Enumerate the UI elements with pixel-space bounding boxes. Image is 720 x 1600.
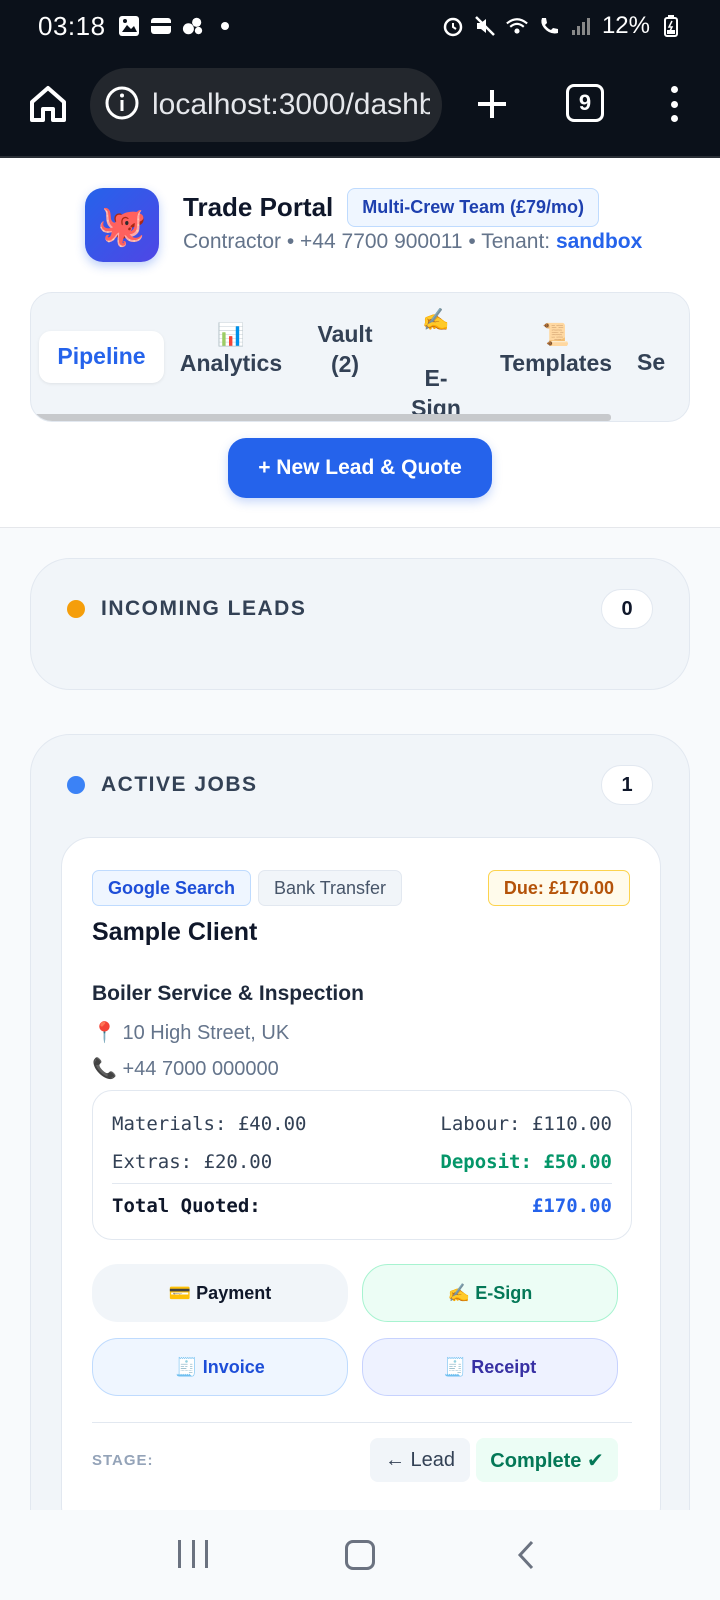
- total-amount: £170.00: [531, 1195, 612, 1217]
- bar-chart-icon: 📊: [217, 321, 245, 347]
- tab-settings[interactable]: Se: [637, 293, 687, 407]
- job-card[interactable]: Google Search Bank Transfer Due: £170.00…: [61, 837, 661, 1537]
- status-dot-icon: [67, 776, 85, 794]
- extras-cost: Extras: £20.00: [112, 1151, 273, 1173]
- home-nav-icon[interactable]: [344, 1540, 375, 1570]
- app-header: 🐙 Trade Portal Multi-Crew Team (£79/mo) …: [0, 158, 720, 528]
- receipt-button[interactable]: 🧾 Receipt: [362, 1338, 618, 1396]
- status-dot-icon: [67, 600, 85, 618]
- browser-toolbar: localhost:3000/dashboard 9: [0, 52, 720, 158]
- count-badge: 0: [601, 589, 653, 629]
- new-lead-quote-button[interactable]: + New Lead & Quote: [228, 438, 492, 498]
- gallery-notification-icon: [118, 15, 140, 37]
- move-to-lead-button[interactable]: ← Lead: [370, 1438, 470, 1482]
- battery-percent: 12%: [601, 12, 650, 39]
- url-text[interactable]: localhost:3000/dashboard: [152, 88, 430, 122]
- account-subline: Contractor • +44 7700 900011 • Tenant: s…: [183, 230, 643, 253]
- nav-tabs: Pipeline 📊 Analytics Vault (2) ✍️ E- Sig…: [30, 292, 690, 422]
- wallet-notification-icon: [150, 15, 172, 37]
- wifi-calling-icon: [538, 15, 560, 37]
- alarm-icon: [442, 15, 464, 37]
- amount-due-badge: Due: £170.00: [487, 870, 630, 906]
- divider: [92, 1422, 632, 1423]
- app-title: Trade Portal: [183, 192, 334, 222]
- client-phone: 📞 +44 7000 000000: [92, 1058, 279, 1080]
- job-address: 📍 10 High Street, UK: [92, 1022, 290, 1044]
- job-title: Boiler Service & Inspection: [92, 982, 364, 1005]
- count-badge: 1: [601, 765, 653, 805]
- octopus-logo-icon: 🐙: [85, 188, 159, 262]
- total-label: Total Quoted:: [112, 1195, 261, 1217]
- home-icon[interactable]: [26, 82, 70, 126]
- active-jobs-column: ACTIVE JOBS 1 Google Search Bank Transfe…: [30, 734, 690, 1600]
- back-icon[interactable]: [512, 1540, 542, 1570]
- site-info-icon[interactable]: [104, 85, 140, 126]
- tab-pipeline[interactable]: Pipeline: [39, 331, 164, 383]
- recent-apps-icon[interactable]: [178, 1540, 209, 1570]
- esign-button[interactable]: ✍️ E-Sign: [362, 1264, 618, 1322]
- tenant-link[interactable]: sandbox: [556, 230, 642, 253]
- deposit-amount: Deposit: £50.00: [440, 1151, 612, 1173]
- writing-hand-icon: ✍️: [422, 306, 450, 332]
- new-tab-icon[interactable]: [470, 82, 514, 126]
- address-bar[interactable]: localhost:3000/dashboard: [90, 68, 442, 142]
- materials-cost: Materials: £40.00: [112, 1113, 307, 1135]
- column-title: INCOMING LEADS: [101, 597, 307, 620]
- divider: [112, 1183, 612, 1184]
- status-time: 03:18: [38, 10, 106, 41]
- system-nav-bar: [0, 1510, 720, 1600]
- wifi-icon: [506, 15, 528, 37]
- mute-icon: [474, 15, 496, 37]
- stage-label: STAGE:: [92, 1452, 154, 1469]
- tab-esign[interactable]: ✍️ E- Sign: [403, 293, 469, 421]
- more-notifications-dot-icon: [214, 15, 236, 37]
- tab-vault[interactable]: Vault (2): [301, 293, 389, 407]
- labour-cost: Labour: £110.00: [440, 1113, 612, 1135]
- app-notification-icon: [182, 15, 204, 37]
- signal-icon: [570, 15, 592, 37]
- payment-method-badge: Bank Transfer: [258, 870, 403, 906]
- tab-templates[interactable]: 📜 Templates: [497, 293, 615, 407]
- tab-switcher-button[interactable]: 9: [566, 84, 604, 122]
- plan-badge: Multi-Crew Team (£79/mo): [347, 188, 599, 227]
- scroll-icon: 📜: [542, 321, 570, 347]
- incoming-leads-column: INCOMING LEADS 0: [30, 558, 690, 690]
- payment-button[interactable]: 💳 Payment: [92, 1264, 348, 1322]
- column-title: ACTIVE JOBS: [101, 773, 258, 796]
- tab-analytics[interactable]: 📊 Analytics: [180, 293, 282, 407]
- tabs-scrollbar[interactable]: [31, 414, 611, 421]
- invoice-button[interactable]: 🧾 Invoice: [92, 1338, 348, 1396]
- mark-complete-button[interactable]: Complete ✔: [476, 1438, 618, 1482]
- lead-source-badge: Google Search: [92, 870, 252, 906]
- battery-charging-icon: [660, 15, 682, 37]
- client-name: Sample Client: [92, 918, 258, 946]
- quote-summary: Materials: £40.00 Labour: £110.00 Extras…: [92, 1090, 632, 1240]
- overflow-menu-icon[interactable]: [664, 82, 684, 126]
- status-bar: 03:18 12%: [0, 0, 720, 52]
